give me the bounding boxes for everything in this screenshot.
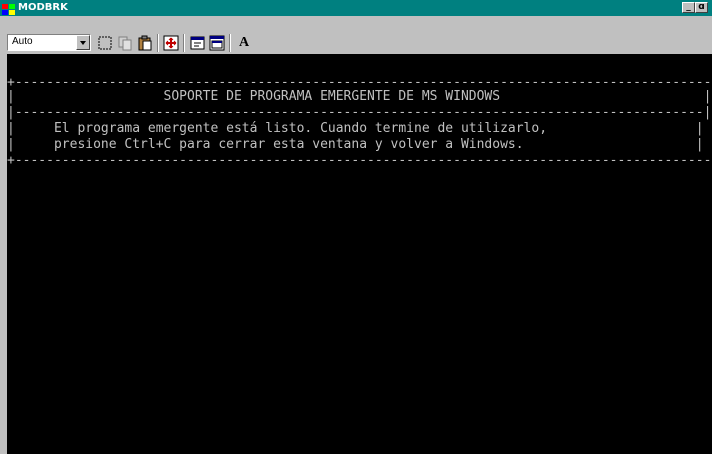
paste-button[interactable] <box>137 35 153 51</box>
full-screen-icon <box>163 35 179 51</box>
properties-button[interactable] <box>190 35 206 51</box>
properties-icon <box>190 36 205 50</box>
font-button[interactable]: A <box>236 35 254 51</box>
toolbar: Auto A <box>0 16 712 54</box>
header-divider: |---------------------------------------… <box>7 105 712 120</box>
background-icon <box>209 35 225 51</box>
paste-icon <box>138 35 152 51</box>
font-icon: A <box>239 35 250 50</box>
console-area[interactable]: +---------------------------------------… <box>7 54 712 454</box>
copy-icon <box>118 36 132 51</box>
mark-icon <box>98 36 112 50</box>
box-bottom-border: +---------------------------------------… <box>7 153 712 168</box>
title-bar[interactable]: MODBRK _ ɑ <box>0 0 712 16</box>
mark-button[interactable] <box>97 35 113 51</box>
toolbar-separator <box>229 34 231 52</box>
font-size-value: Auto <box>12 36 33 47</box>
message-line-2: | presione Ctrl+C para cerrar esta venta… <box>7 137 704 152</box>
full-screen-button[interactable] <box>163 35 179 51</box>
toolbar-separator <box>157 34 159 52</box>
ms-dos-app-icon[interactable] <box>2 1 16 15</box>
window-title: MODBRK <box>18 2 68 13</box>
header-line: | SOPORTE DE PROGRAMA EMERGENTE DE MS WI… <box>7 89 712 104</box>
message-line-1: | El programa emergente está listo. Cuan… <box>7 121 704 136</box>
minimize-button[interactable]: _ <box>682 2 695 13</box>
chevron-down-icon[interactable] <box>76 35 90 50</box>
background-button[interactable] <box>209 35 225 51</box>
maximize-button[interactable]: ɑ <box>695 2 708 13</box>
font-size-select[interactable]: Auto <box>7 34 91 51</box>
toolbar-separator <box>183 34 185 52</box>
copy-button[interactable] <box>117 35 133 51</box>
